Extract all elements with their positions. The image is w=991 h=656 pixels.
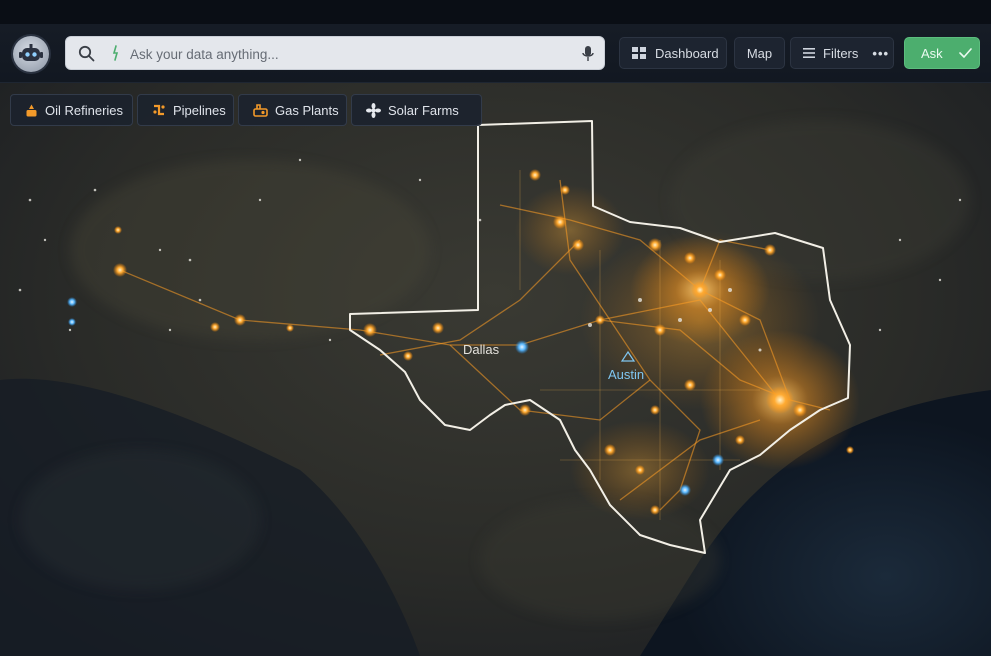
microphone-icon[interactable]: [582, 45, 594, 62]
layer-chip-label: Gas Plants: [275, 102, 339, 118]
assistant-avatar[interactable]: [13, 36, 49, 72]
ask-button[interactable]: Ask: [904, 37, 980, 69]
checkmark-icon: [958, 48, 972, 58]
layer-chip-label: Pipelines: [173, 102, 226, 118]
map-label: Map: [746, 45, 773, 61]
search-input[interactable]: [128, 43, 532, 65]
map-button[interactable]: Map: [734, 37, 785, 69]
more-options-icon[interactable]: •••: [872, 46, 889, 61]
layer-chip-label: Oil Refineries: [45, 102, 124, 118]
dashboard-grid-icon: [632, 47, 646, 59]
ai-sparkle-icon: [112, 45, 119, 61]
city-label-austin[interactable]: Austin: [608, 367, 644, 382]
layer-chip-gas-plants[interactable]: Gas Plants: [238, 94, 347, 126]
robot-icon: [19, 44, 43, 61]
menu-lines-icon: [803, 48, 815, 58]
gas-plant-icon: [253, 104, 268, 117]
dashboard-label: Dashboard: [655, 45, 719, 61]
filters-label: Filters: [823, 45, 859, 61]
pipeline-icon: [153, 104, 165, 116]
city-label-dallas[interactable]: Dallas: [463, 342, 500, 357]
app-window: Dallas Austin Ask your data anything... …: [0, 0, 991, 656]
search-bar[interactable]: [65, 36, 605, 70]
dashboard-button[interactable]: Dashboard: [619, 37, 727, 69]
oil-drop-icon: [26, 104, 37, 116]
search-icon: [78, 45, 95, 62]
window-top-strip: [0, 0, 991, 24]
filters-button[interactable]: Filters •••: [790, 37, 894, 69]
toolbar: Dashboard Map Filters ••• Ask: [0, 24, 991, 83]
layer-chip-pipelines[interactable]: Pipelines: [137, 94, 234, 126]
layer-chip-solar-farms[interactable]: Solar Farms: [351, 94, 482, 126]
solar-icon: [366, 102, 381, 118]
ask-label: Ask: [921, 45, 943, 61]
layer-chip-label: Solar Farms: [388, 102, 459, 118]
layer-chip-oil-refineries[interactable]: Oil Refineries: [10, 94, 133, 126]
